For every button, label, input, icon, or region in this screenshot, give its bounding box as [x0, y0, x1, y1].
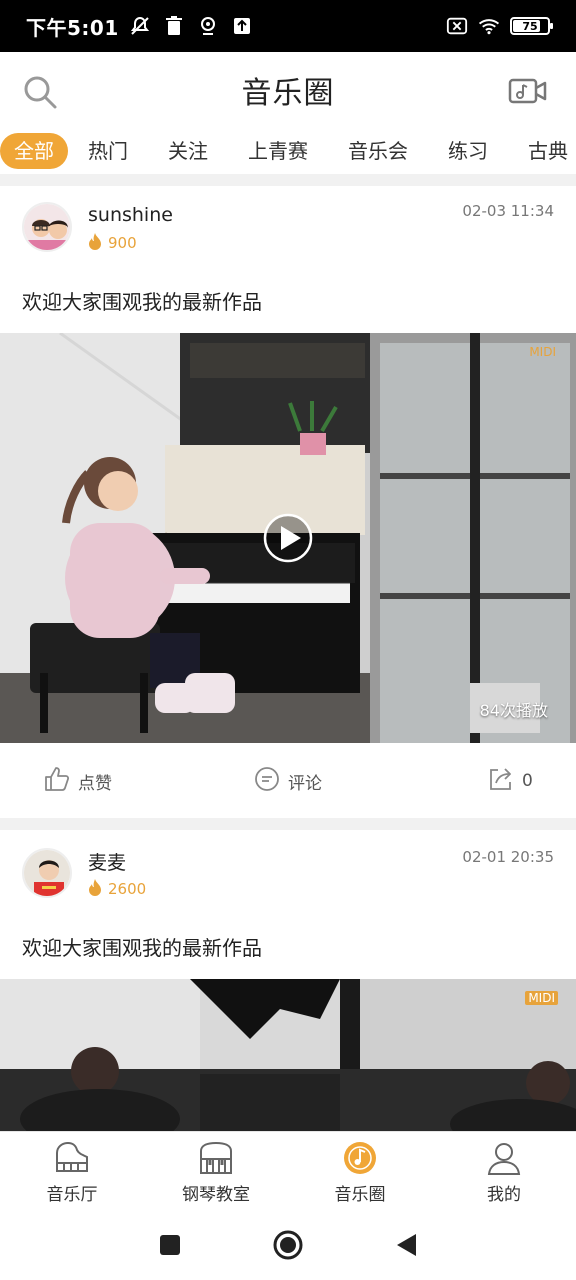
nav-mine[interactable]: 我的	[432, 1132, 576, 1213]
upright-piano-icon	[197, 1140, 235, 1176]
nav-label: 音乐圈	[334, 1185, 386, 1205]
comment-button[interactable]: 评论	[254, 743, 322, 819]
tab-classical[interactable]: 古典	[508, 133, 576, 169]
back-triangle-icon[interactable]	[394, 1232, 418, 1262]
status-right-icons: 75	[446, 15, 553, 37]
nav-label: 我的	[487, 1185, 521, 1205]
person-icon	[485, 1140, 523, 1176]
flame-icon	[88, 232, 102, 254]
post-card: 麦麦 2600 02-01 20:35 欢迎大家围观我的最新作品 MIDI	[0, 830, 576, 1131]
tab-hot[interactable]: 热门	[68, 133, 148, 169]
bottom-navigation: 音乐厅 钢琴教室 音乐圈 我的	[0, 1131, 576, 1213]
username[interactable]: sunshine	[88, 204, 173, 226]
nav-piano-classroom[interactable]: 钢琴教室	[144, 1132, 288, 1213]
system-navigation-bar	[0, 1213, 576, 1280]
grand-piano-icon	[53, 1140, 91, 1176]
midi-badge: MIDI	[529, 345, 556, 359]
app-header: 音乐圈	[0, 52, 576, 128]
heat-score: 900	[88, 232, 137, 254]
post-time: 02-03 11:34	[462, 202, 554, 220]
category-tabs: 全部 热门 关注 上青赛 音乐会 练习 古典	[0, 128, 576, 174]
location-pin-icon	[197, 15, 219, 37]
nav-label: 音乐厅	[46, 1185, 98, 1205]
battery-indicator: 75	[510, 17, 553, 35]
upload-box-icon	[231, 15, 253, 37]
page-title: 音乐圈	[241, 76, 335, 111]
heat-value: 900	[108, 234, 137, 252]
comment-label: 评论	[288, 773, 322, 794]
search-icon[interactable]	[22, 74, 58, 110]
post-text: 欢迎大家围观我的最新作品	[22, 936, 262, 960]
like-label: 点赞	[78, 773, 112, 794]
trash-icon	[163, 15, 185, 37]
tab-concert[interactable]: 音乐会	[328, 133, 428, 169]
nav-label: 钢琴教室	[182, 1185, 250, 1205]
video-thumbnail[interactable]: MIDI	[0, 979, 576, 1131]
heat-score: 2600	[88, 878, 146, 900]
status-time: 下午5:01	[26, 15, 119, 40]
share-icon	[488, 766, 514, 797]
thumbs-up-icon	[44, 766, 70, 797]
post-time: 02-01 20:35	[462, 848, 554, 866]
divider	[0, 174, 576, 186]
username[interactable]: 麦麦	[88, 848, 126, 875]
battery-level: 75	[522, 19, 538, 33]
home-circle-icon[interactable]	[272, 1229, 304, 1265]
music-circle-icon	[341, 1140, 379, 1176]
share-button[interactable]: 0	[488, 743, 533, 819]
tab-competition[interactable]: 上青赛	[228, 133, 328, 169]
nav-music-hall[interactable]: 音乐厅	[0, 1132, 144, 1213]
no-sim-icon	[446, 15, 468, 37]
post-actions: 点赞 评论 0	[0, 743, 576, 819]
wifi-icon	[478, 15, 500, 37]
post-text: 欢迎大家围观我的最新作品	[22, 290, 262, 314]
status-bar: 下午5:01 75	[0, 0, 576, 52]
post-card: sunshine 900 02-03 11:34 欢迎大家围观我的最新作品 MI…	[0, 186, 576, 818]
share-count: 0	[522, 771, 533, 791]
tab-practice[interactable]: 练习	[428, 133, 508, 169]
like-button[interactable]: 点赞	[44, 743, 112, 819]
video-thumbnail[interactable]: MIDI 84次播放	[0, 333, 576, 743]
video-camera-icon[interactable]	[508, 76, 548, 106]
midi-badge: MIDI	[525, 991, 558, 1005]
avatar[interactable]	[22, 848, 72, 898]
flame-icon	[88, 878, 102, 900]
tab-following[interactable]: 关注	[148, 133, 228, 169]
mute-bell-icon	[129, 15, 151, 37]
divider	[0, 818, 576, 830]
heat-value: 2600	[108, 880, 147, 898]
recents-square-icon[interactable]	[158, 1233, 182, 1261]
tab-all[interactable]: 全部	[0, 133, 68, 169]
avatar[interactable]	[22, 202, 72, 252]
nav-music-circle[interactable]: 音乐圈	[288, 1132, 432, 1213]
play-count: 84次播放	[479, 701, 548, 720]
comment-bubble-icon	[254, 766, 280, 797]
status-left-icons	[129, 15, 253, 37]
